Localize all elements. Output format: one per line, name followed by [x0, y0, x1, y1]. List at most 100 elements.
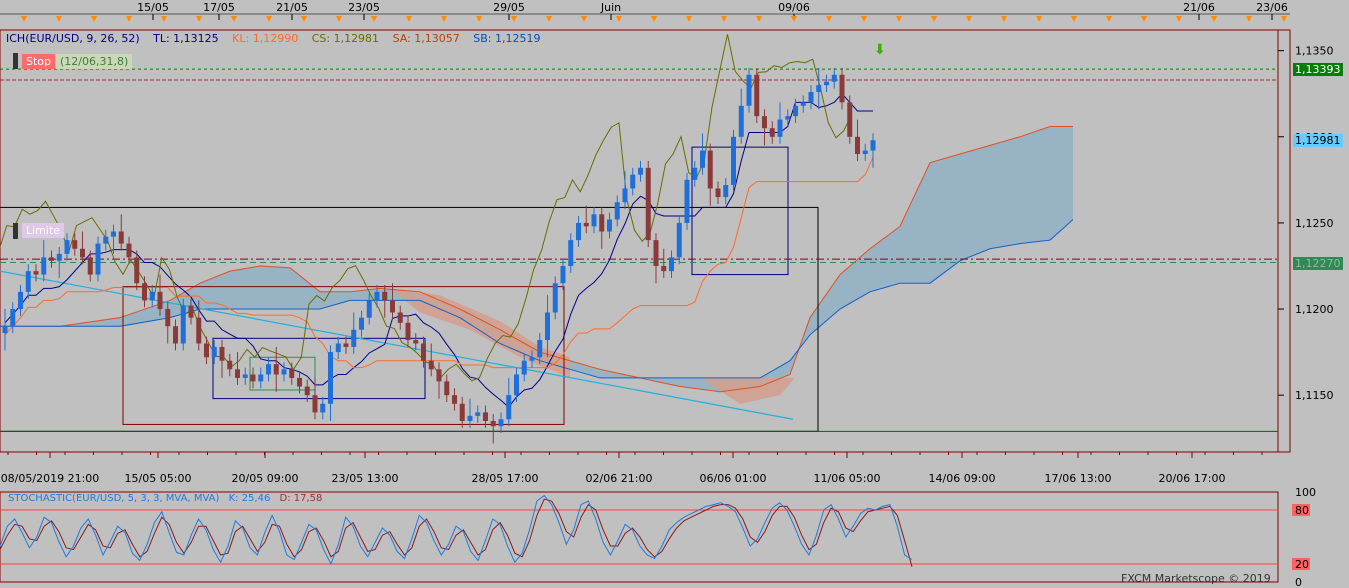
candle-body — [196, 317, 202, 344]
watermark: FXCM Marketscope © 2019 — [1121, 572, 1271, 585]
limit-order-label[interactable]: Limite — [22, 223, 65, 238]
top-date-label: 17/05 — [203, 1, 235, 14]
event-marker-icon — [791, 16, 797, 22]
event-marker-icon — [1176, 16, 1182, 22]
candle-body — [188, 305, 194, 318]
candle-body — [521, 360, 527, 375]
event-marker-icon — [161, 16, 167, 22]
event-marker-icon — [896, 16, 902, 22]
candle-body — [661, 265, 667, 272]
plot-area — [0, 29, 1279, 453]
candle-body — [614, 202, 620, 220]
candle-body — [700, 150, 705, 168]
candle-body — [762, 116, 767, 129]
price-chart[interactable]: 15/05 17/05 21/05 23/05 29/05 Juin 09/06 21/06 2… — [0, 0, 1349, 488]
candle-body — [599, 214, 605, 232]
ichimoku-kl: KL: 1,12990 — [232, 32, 299, 45]
event-marker-icon — [476, 16, 482, 22]
candle-body — [390, 300, 395, 313]
candle-body — [227, 360, 233, 370]
stochastic-k: K: 25,46 — [228, 493, 271, 504]
event-marker-icon — [756, 16, 762, 22]
candle-body — [638, 167, 643, 175]
stochastic-tick-label: 100 — [1295, 488, 1316, 499]
candle-body — [568, 240, 574, 266]
candle-body — [95, 243, 101, 275]
candle-body — [33, 271, 39, 275]
event-marker-icon — [581, 16, 587, 22]
candle-body — [576, 222, 581, 241]
candle-body — [142, 283, 147, 301]
event-marker-icon — [371, 16, 377, 22]
event-marker-icon — [266, 16, 272, 22]
stop-order-handle[interactable] — [13, 53, 18, 69]
candle-body — [669, 257, 674, 272]
price-tick-label: 1,1150 — [1295, 389, 1334, 402]
candle-body — [839, 74, 845, 103]
candle-body — [266, 364, 271, 375]
candle-body — [366, 300, 372, 318]
bottom-date-label: 17/06 13:00 — [1045, 472, 1112, 485]
candle-body — [413, 340, 419, 344]
candle-body — [180, 305, 186, 344]
bottom-date-label: 28/05 17:00 — [472, 472, 539, 485]
candle-body — [684, 179, 690, 223]
event-marker-icon — [91, 16, 97, 22]
price-tag-current: 1,12981 — [1293, 134, 1343, 148]
down-arrow-icon: ⬇ — [874, 42, 886, 58]
candle-body — [235, 369, 240, 378]
price-tick-label: 1,1350 — [1295, 45, 1334, 58]
candle-body — [793, 105, 798, 117]
candle-body — [444, 381, 450, 396]
candle-body — [870, 140, 876, 151]
candle-body — [312, 395, 318, 413]
candle-body — [467, 415, 473, 421]
event-marker-icon — [1071, 16, 1077, 22]
candle-body — [785, 116, 791, 120]
candle-body — [165, 309, 171, 327]
top-date-label: 21/05 — [276, 1, 308, 14]
candle-body — [157, 291, 163, 310]
price-tag-limit: 1,12270 — [1293, 256, 1343, 270]
event-marker-icon — [21, 16, 27, 22]
event-marker-icon — [196, 16, 202, 22]
ichimoku-legend: ICH(EUR/USD, 9, 26, 52) TL: 1,13125 KL: … — [6, 32, 551, 45]
event-marker-icon — [1036, 16, 1042, 22]
right-gutter — [1277, 29, 1291, 453]
candle-body — [64, 240, 70, 254]
candle-body — [428, 360, 434, 370]
candle-body — [18, 291, 23, 310]
candle-body — [41, 257, 47, 275]
candle-body — [707, 150, 713, 189]
bottom-date-label: 08/05/2019 21:00 — [1, 472, 100, 485]
bottom-date-label: 11/06 05:00 — [814, 472, 881, 485]
event-marker-icon — [1001, 16, 1007, 22]
candle-body — [831, 74, 837, 82]
event-marker-icon — [651, 16, 657, 22]
stochastic-d: D: 17,58 — [279, 493, 323, 504]
candle-body — [607, 219, 612, 232]
stop-order-label[interactable]: Stop — [22, 54, 56, 69]
candle-body — [529, 357, 535, 361]
bottom-date-label: 14/06 09:00 — [929, 472, 996, 485]
candle-body — [304, 386, 310, 396]
candle-body — [103, 236, 109, 244]
candle-body — [335, 343, 341, 353]
candle-body — [653, 240, 659, 266]
candle-body — [676, 222, 682, 258]
ichimoku-sb: SB: 1,12519 — [473, 32, 541, 45]
candle-body — [211, 346, 217, 358]
candle-body — [738, 105, 744, 137]
event-marker-icon — [301, 16, 307, 22]
candle-body — [204, 343, 209, 358]
limit-order-handle[interactable] — [13, 223, 18, 239]
ichimoku-sa: SA: 1,13057 — [392, 32, 460, 45]
event-marker-icon — [966, 16, 972, 22]
candle-body — [483, 412, 488, 421]
candle-body — [328, 352, 333, 404]
candle-body — [514, 374, 519, 396]
price-tag-stop: 1,13393 — [1293, 63, 1343, 77]
candle-body — [397, 312, 403, 323]
event-marker-icon — [686, 16, 692, 22]
candle-body — [645, 167, 651, 241]
